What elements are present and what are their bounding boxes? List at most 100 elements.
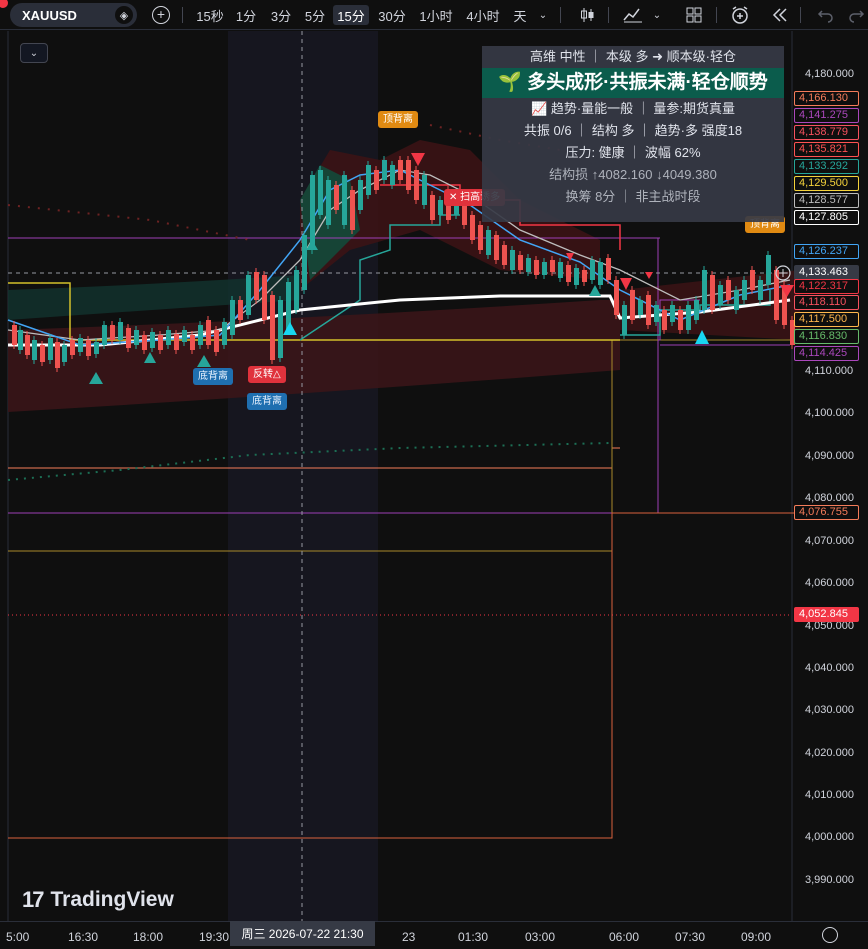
interval-dropdown-icon[interactable]: ⌄ bbox=[536, 5, 550, 25]
indicators-button[interactable] bbox=[620, 5, 646, 25]
interval-4h[interactable]: 4小时 bbox=[462, 5, 504, 25]
toolbar-separator bbox=[800, 7, 801, 23]
interval-5m[interactable]: 5分 bbox=[300, 5, 330, 25]
dotted-trail bbox=[7, 204, 251, 241]
price-tag: 4,118.110 bbox=[794, 295, 859, 310]
chart-settings-gear-icon[interactable] bbox=[822, 927, 838, 943]
candle-type-button[interactable] bbox=[576, 5, 598, 25]
candle-body bbox=[254, 272, 259, 300]
candle-body bbox=[534, 260, 539, 275]
price-axis-label: 4,030.000 bbox=[805, 704, 854, 716]
toolbar-separator bbox=[716, 7, 717, 23]
diamond-icon[interactable]: ◈ bbox=[115, 6, 133, 24]
candle-body bbox=[326, 180, 331, 225]
candle-body bbox=[62, 345, 67, 362]
current-price-tag: 4,052.845 bbox=[794, 607, 859, 622]
price-axis-label: 4,180.000 bbox=[805, 68, 854, 80]
candle-body bbox=[25, 335, 30, 355]
notification-dot bbox=[0, 0, 8, 8]
replay-icon bbox=[772, 8, 787, 22]
candle-body bbox=[406, 160, 411, 190]
candle-body bbox=[526, 258, 531, 272]
level-line bbox=[8, 512, 800, 839]
price-axis-label: 4,000.000 bbox=[805, 831, 854, 843]
candle-body bbox=[542, 262, 547, 275]
candle-body bbox=[710, 275, 715, 310]
time-axis-label: 18:00 bbox=[133, 930, 164, 944]
price-tag: 4,076.755 bbox=[794, 505, 859, 520]
interval-1d[interactable]: 天 bbox=[510, 5, 530, 25]
candle-body bbox=[246, 275, 251, 315]
candle-body bbox=[166, 330, 171, 345]
candle-body bbox=[502, 245, 507, 265]
candle-body bbox=[174, 334, 179, 350]
candle-body bbox=[182, 330, 187, 342]
candle-body bbox=[55, 342, 60, 368]
candle-body bbox=[238, 300, 243, 320]
collapse-legend-button[interactable]: ⌄ bbox=[20, 43, 48, 63]
candle-body bbox=[214, 330, 219, 352]
candle-body bbox=[566, 265, 571, 282]
price-tag: 4,166.130 bbox=[794, 91, 859, 106]
signal-info-panel: 高维 中性 ｜ 本级 多 ➜ 顺本级·轻仓 🌱 多头成形·共振未满·轻仓顺势 📈… bbox=[482, 46, 784, 222]
info-line-1: 高维 中性 ｜ 本级 多 ➜ 顺本级·轻仓 bbox=[530, 49, 736, 64]
layouts-button[interactable] bbox=[683, 5, 705, 25]
candle-body bbox=[86, 340, 91, 356]
interval-1m[interactable]: 1分 bbox=[232, 5, 260, 25]
price-axis-label: 4,070.000 bbox=[805, 535, 854, 547]
price-tag: 4,141.275 bbox=[794, 108, 859, 123]
time-axis-label: 5:00 bbox=[6, 930, 30, 944]
symbol-search-button[interactable]: XAUUSD ◈ bbox=[10, 3, 137, 27]
time-axis-label: 16:30 bbox=[68, 930, 99, 944]
price-axis-label: 4,020.000 bbox=[805, 747, 854, 759]
candle-body bbox=[358, 180, 363, 210]
price-tag: 4,133.292 bbox=[794, 159, 859, 174]
interval-1h[interactable]: 1小时 bbox=[416, 5, 456, 25]
candle-body bbox=[262, 275, 267, 320]
candle-body bbox=[622, 305, 627, 335]
interval-30m[interactable]: 30分 bbox=[374, 5, 410, 25]
price-axis-label: 4,100.000 bbox=[805, 407, 854, 419]
interval-15m[interactable]: 15分 bbox=[333, 5, 369, 25]
candle-body bbox=[422, 175, 427, 205]
candle-body bbox=[702, 270, 707, 310]
candle-body bbox=[310, 175, 315, 250]
candle-body bbox=[686, 305, 691, 330]
candle-body bbox=[638, 300, 643, 315]
candle-body bbox=[318, 170, 323, 215]
info-line-4: 共振 0/6 ｜ 结构 多 ｜ 趋势·多 强度18 bbox=[523, 123, 743, 138]
candle-body bbox=[150, 332, 155, 348]
candle-body bbox=[48, 338, 53, 360]
price-axis-label: 4,090.000 bbox=[805, 450, 854, 462]
candle-body bbox=[198, 325, 203, 345]
candle-body bbox=[486, 230, 491, 255]
interval-3m[interactable]: 3分 bbox=[266, 5, 296, 25]
price-tag: 4,127.805 bbox=[794, 210, 859, 225]
candle-body bbox=[470, 215, 475, 240]
chevron-down-icon: ⌄ bbox=[29, 47, 39, 59]
time-axis[interactable]: 5:00 16:30 18:00 19:30 23 01:30 03:00 06… bbox=[0, 921, 868, 949]
tradingview-logo[interactable]: 17 TradingView bbox=[22, 887, 174, 913]
symbol-label: XAUUSD bbox=[22, 7, 77, 23]
candle-body bbox=[102, 325, 107, 345]
info-line-6: 结构损 ↑4082.160 ↓4049.380 bbox=[549, 167, 717, 182]
candle-body bbox=[382, 160, 387, 180]
candle-body bbox=[694, 300, 699, 320]
candle-body bbox=[574, 268, 579, 285]
replay-button[interactable] bbox=[769, 5, 791, 25]
undo-button[interactable] bbox=[814, 5, 836, 25]
price-tag: 4,135.821 bbox=[794, 142, 859, 157]
interval-15s[interactable]: 15秒 bbox=[192, 5, 228, 25]
alert-button[interactable] bbox=[729, 5, 751, 25]
indicators-dropdown-icon[interactable]: ⌄ bbox=[650, 5, 664, 25]
tradingview-logo-icon: 17 bbox=[22, 887, 45, 912]
candle-body bbox=[70, 340, 75, 355]
price-tag: 4,126.237 bbox=[794, 244, 859, 259]
candle-body bbox=[118, 322, 123, 340]
candle-body bbox=[438, 200, 443, 215]
redo-button[interactable] bbox=[846, 5, 868, 25]
add-symbol-button[interactable]: + bbox=[150, 5, 172, 25]
alert-icon bbox=[732, 6, 748, 24]
sell-signal-triangle bbox=[645, 272, 653, 279]
candle-body bbox=[606, 258, 611, 280]
